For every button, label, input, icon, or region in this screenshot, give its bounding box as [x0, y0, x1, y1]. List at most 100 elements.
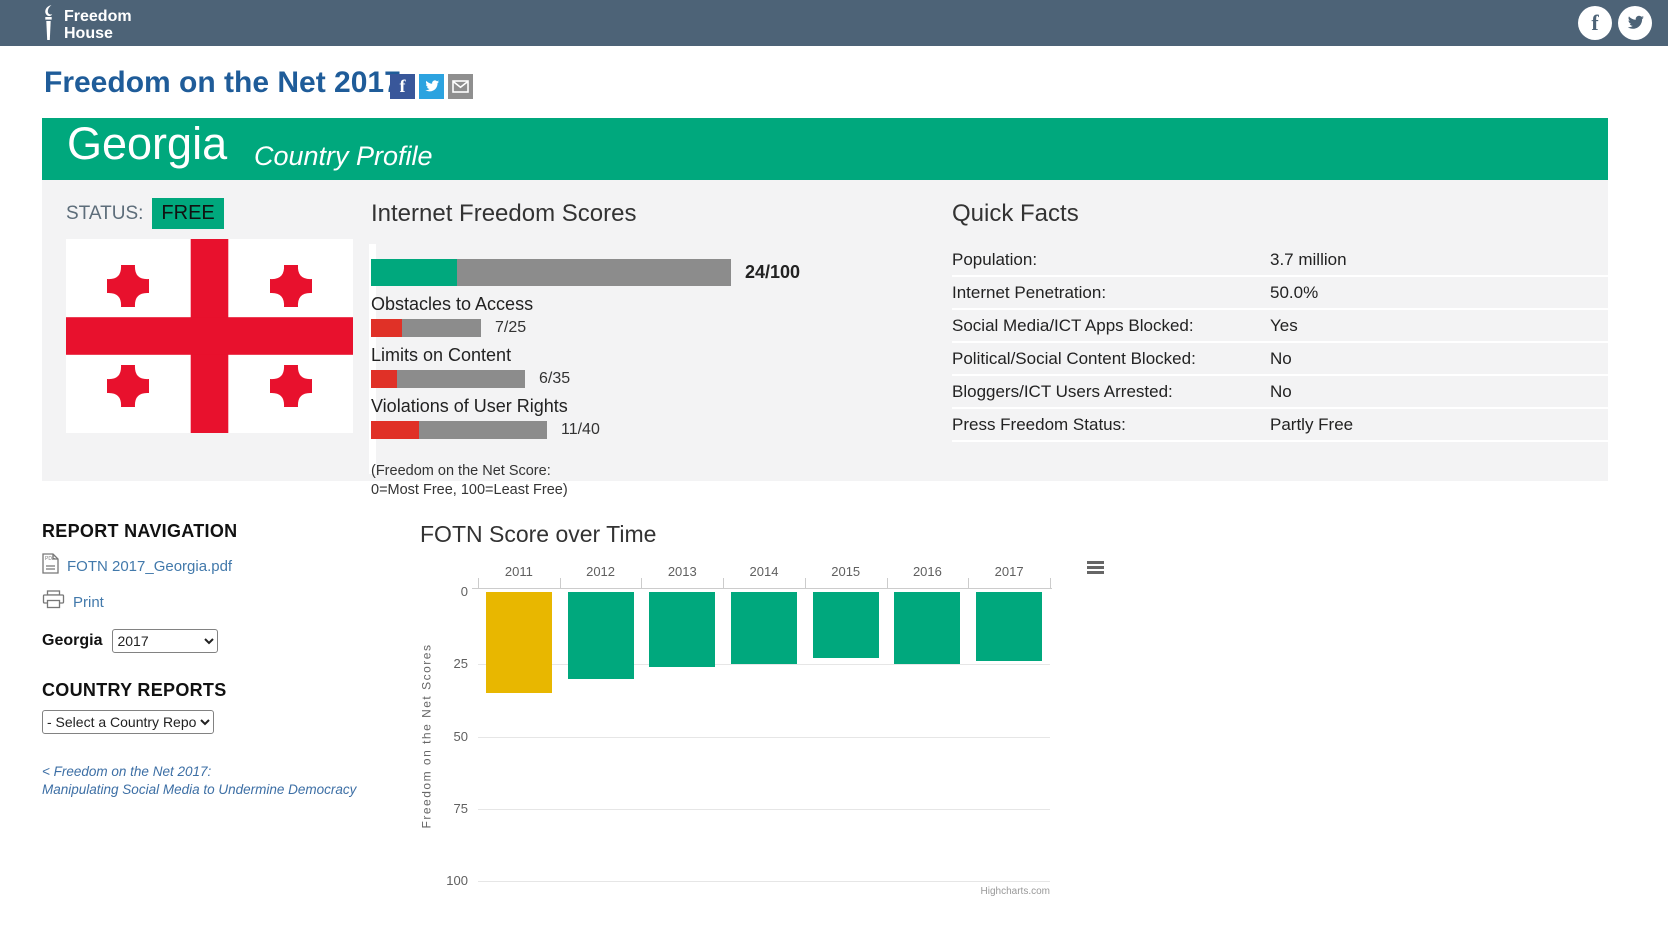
y-axis-tick-label: 75 — [426, 801, 468, 816]
chart-context-menu-icon[interactable] — [1087, 561, 1104, 576]
x-axis-tick — [1050, 578, 1051, 588]
quick-facts-rows: Population:3.7 millionInternet Penetrati… — [952, 244, 1608, 442]
chart-bar[interactable] — [813, 592, 879, 658]
x-axis-tick — [478, 578, 479, 588]
subscore: Limits on Content6/35 — [371, 345, 871, 388]
chart-title: FOTN Score over Time — [420, 521, 656, 548]
x-axis-tick — [723, 578, 724, 588]
chart-gridline — [478, 809, 1050, 810]
print-icon — [42, 590, 65, 614]
year-select[interactable]: 2017 — [112, 629, 218, 653]
svg-text:PDF: PDF — [45, 556, 55, 562]
app-header: Freedom House f — [0, 0, 1668, 46]
chart-gridline — [478, 664, 1050, 665]
y-axis-tick-label: 0 — [426, 584, 468, 599]
quick-fact-row: Population:3.7 million — [952, 244, 1608, 277]
country-name: Georgia — [67, 118, 227, 170]
chart-bar[interactable] — [894, 592, 960, 664]
scores-footnote: (Freedom on the Net Score: 0=Most Free, … — [371, 462, 871, 500]
x-axis-tick — [641, 578, 642, 588]
scores-title: Internet Freedom Scores — [371, 200, 871, 228]
x-axis-tick — [968, 578, 969, 588]
share-twitter-icon[interactable] — [419, 74, 444, 99]
chart-bar[interactable] — [976, 592, 1042, 661]
x-axis-label: 2017 — [968, 564, 1050, 579]
logo-text: Freedom House — [64, 8, 132, 42]
quick-fact-value: No — [1270, 382, 1292, 402]
status-badge: FREE — [152, 198, 223, 229]
subscore: Obstacles to Access7/25 — [371, 294, 871, 337]
year-selector-row: Georgia 2017 — [42, 629, 382, 653]
quick-fact-row: Press Freedom Status:Partly Free — [952, 409, 1608, 442]
share-facebook-icon[interactable]: f — [390, 74, 415, 99]
x-axis-line — [472, 588, 1052, 589]
quick-fact-value: Yes — [1270, 316, 1298, 336]
highcharts-credit[interactable]: Highcharts.com — [981, 886, 1050, 897]
subscore-name: Limits on Content — [371, 345, 871, 366]
report-navigation-title: REPORT NAVIGATION — [42, 521, 382, 542]
quick-facts: Quick Facts Population:3.7 millionIntern… — [952, 200, 1608, 442]
subscore-bar — [371, 370, 525, 388]
chart-bar[interactable] — [731, 592, 797, 664]
quick-fact-label: Bloggers/ICT Users Arrested: — [952, 382, 1270, 402]
quick-fact-row: Bloggers/ICT Users Arrested:No — [952, 376, 1608, 409]
status-row: STATUS: FREE — [66, 198, 224, 229]
chart-bar[interactable] — [649, 592, 715, 667]
subscore: Violations of User Rights 11/40 — [371, 396, 871, 439]
quick-facts-title: Quick Facts — [952, 200, 1608, 228]
total-score-fill — [371, 259, 457, 286]
print-link[interactable]: Print — [73, 594, 104, 611]
subscores: Obstacles to Access7/25 Limits on Content… — [371, 294, 871, 439]
fotn-score-chart: FOTN Score over Time Freedom on the Net … — [420, 515, 1120, 952]
quick-fact-row: Political/Social Content Blocked:No — [952, 343, 1608, 376]
facebook-icon[interactable]: f — [1578, 6, 1612, 40]
chart-bar[interactable] — [486, 592, 552, 693]
share-email-icon[interactable] — [448, 74, 473, 99]
subscore-name: Violations of User Rights — [371, 396, 871, 417]
georgia-flag — [66, 239, 353, 433]
quick-fact-value: Partly Free — [1270, 415, 1353, 435]
quick-fact-label: Population: — [952, 250, 1270, 270]
quick-fact-value: 50.0% — [1270, 283, 1318, 303]
total-score-row: 24/100 — [371, 259, 871, 286]
twitter-icon[interactable] — [1618, 6, 1652, 40]
x-axis-label: 2014 — [723, 564, 805, 579]
summary-panel: STATUS: FREE Internet Freedom Scores 24/… — [42, 180, 1608, 481]
status-label: STATUS: — [66, 203, 143, 225]
subscore-bar — [371, 421, 547, 439]
subscore-row: 11/40 — [371, 421, 871, 439]
x-axis-tick — [887, 578, 888, 588]
country-reports-title: COUNTRY REPORTS — [42, 680, 382, 701]
chart-plot: Freedom on the Net Scores Highcharts.com… — [478, 592, 1050, 881]
quick-fact-row: Internet Penetration:50.0% — [952, 277, 1608, 310]
print-link-row: Print — [42, 590, 382, 614]
quick-fact-label: Press Freedom Status: — [952, 415, 1270, 435]
x-axis-tick — [560, 578, 561, 588]
y-axis-tick-label: 100 — [426, 873, 468, 888]
x-axis-label: 2011 — [478, 564, 560, 579]
page-title: Freedom on the Net 2017 — [44, 66, 401, 100]
quick-fact-label: Social Media/ICT Apps Blocked: — [952, 316, 1270, 336]
year-selector-country-label: Georgia — [42, 632, 102, 650]
x-axis-label: 2016 — [887, 564, 969, 579]
chart-gridline — [478, 881, 1050, 882]
report-navigation: REPORT NAVIGATION PDF FOTN 2017_Georgia.… — [42, 521, 382, 799]
chart-bar[interactable] — [568, 592, 634, 679]
back-to-report-link[interactable]: < Freedom on the Net 2017: Manipulating … — [42, 763, 382, 799]
freedom-house-logo[interactable]: Freedom House — [40, 4, 132, 46]
quick-fact-label: Internet Penetration: — [952, 283, 1270, 303]
y-axis-tick-label: 50 — [426, 729, 468, 744]
country-report-select[interactable]: - Select a Country Report - — [42, 710, 214, 734]
quick-fact-row: Social Media/ICT Apps Blocked:Yes — [952, 310, 1608, 343]
subscore-name: Obstacles to Access — [371, 294, 871, 315]
quick-fact-value: No — [1270, 349, 1292, 369]
subscore-fill — [371, 370, 397, 388]
pdf-download-link[interactable]: FOTN 2017_Georgia.pdf — [67, 558, 232, 575]
x-axis-label: 2013 — [641, 564, 723, 579]
subscore-fill — [371, 421, 419, 439]
quick-fact-value: 3.7 million — [1270, 250, 1347, 270]
internet-freedom-scores: Internet Freedom Scores 24/100 Obstacles… — [371, 200, 871, 500]
quick-fact-label: Political/Social Content Blocked: — [952, 349, 1270, 369]
pdf-link-row: PDF FOTN 2017_Georgia.pdf — [42, 553, 382, 579]
share-buttons: f — [390, 74, 473, 99]
